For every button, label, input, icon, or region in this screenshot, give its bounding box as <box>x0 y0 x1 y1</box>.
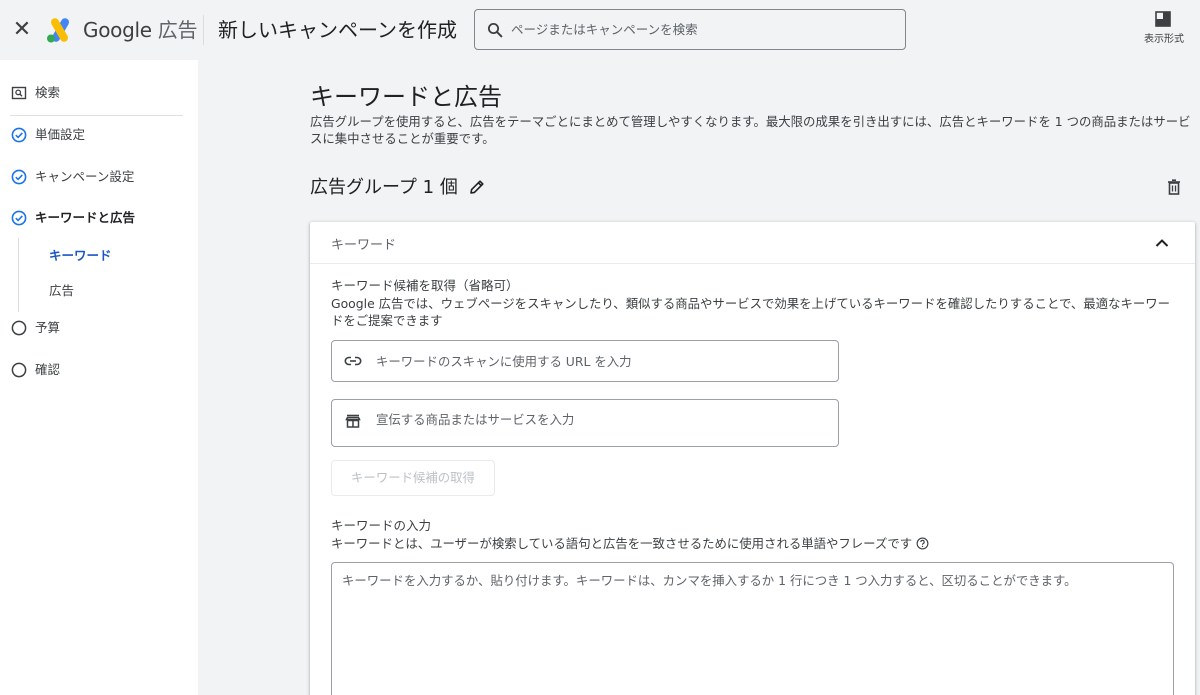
brand-google: Google <box>83 18 152 42</box>
section-title: キーワードと広告 <box>310 83 502 111</box>
check-circle-icon <box>11 210 27 226</box>
sidebar-item-label: 単価設定 <box>35 127 86 142</box>
keyword-entry-description: キーワードとは、ユーザーが検索している語句と広告を一致させるために使用される単語… <box>331 536 913 551</box>
help-icon[interactable] <box>916 537 929 550</box>
card-header-label: キーワード <box>331 238 397 253</box>
sidebar-item-label: 予算 <box>35 320 61 335</box>
check-circle-icon <box>11 169 27 185</box>
ad-group-title: 広告グループ 1 個 <box>310 177 458 198</box>
empty-circle-icon <box>11 362 27 378</box>
search-icon <box>487 22 503 38</box>
empty-circle-icon <box>11 320 27 336</box>
header-divider <box>203 15 204 45</box>
search-input[interactable] <box>511 10 891 49</box>
keyword-entry-title: キーワードの入力 <box>331 518 432 533</box>
chevron-up-icon[interactable] <box>1153 234 1171 252</box>
keywords-textarea[interactable] <box>331 562 1174 695</box>
sidebar-item-bidding[interactable]: 単価設定 <box>0 118 198 152</box>
keyword-suggest-title: キーワード候補を取得（省略可） <box>331 278 519 293</box>
url-field[interactable] <box>331 340 839 382</box>
sidebar-subitem-ads[interactable]: 広告 <box>49 283 74 299</box>
section-description: 広告グループを使用すると、広告をテーマごとにまとめて管理しやすくなります。最大限… <box>310 114 1191 146</box>
product-field[interactable] <box>331 399 839 447</box>
sidebar-item-campaign-settings[interactable]: キャンペーン設定 <box>0 160 198 194</box>
sidebar-item-review[interactable]: 確認 <box>0 353 198 387</box>
sidebar-item-keywords-and-ads[interactable]: キーワードと広告 <box>0 201 198 235</box>
page-title: 新しいキャンペーンを作成 <box>218 18 457 42</box>
close-icon[interactable]: ✕ <box>10 18 34 42</box>
google-ads-logo <box>47 18 69 43</box>
sidebar-divider <box>10 115 183 116</box>
get-keyword-suggestions-button[interactable]: キーワード候補の取得 <box>331 460 495 496</box>
delete-trash-icon[interactable] <box>1165 178 1183 196</box>
sidebar-item-label: 検索 <box>35 85 61 100</box>
product-brand: Google 広告 <box>83 16 198 44</box>
view-mode-label: 表示形式 <box>1144 34 1184 45</box>
step-sidebar: 検索 単価設定 キャンペーン設定 キーワードと広告 キーワード 広告 予算 確認 <box>0 60 198 695</box>
edit-pencil-icon[interactable] <box>468 178 486 196</box>
url-input[interactable] <box>376 341 826 381</box>
sidebar-subitem-keywords[interactable]: キーワード <box>49 248 112 264</box>
keywords-card-header[interactable]: キーワード <box>310 222 1195 264</box>
view-mode-button[interactable]: 表示形式 <box>1138 8 1190 48</box>
keywords-card: キーワード キーワード候補を取得（省略可） Google 広告では、ウェブページ… <box>310 222 1195 695</box>
view-mode-icon <box>1155 11 1171 27</box>
sidebar-item-search[interactable]: 検索 <box>0 76 198 110</box>
brand-product: 広告 <box>157 18 198 42</box>
keyword-suggest-description: Google 広告では、ウェブページをスキャンしたり、類似する商品やサービスで効… <box>331 296 1171 328</box>
check-circle-icon <box>11 127 27 143</box>
store-icon <box>345 414 361 428</box>
search-box[interactable] <box>474 9 906 50</box>
link-icon <box>344 356 362 366</box>
sidebar-item-label: 確認 <box>35 362 61 377</box>
search-box-icon <box>11 86 27 100</box>
substep-line <box>18 238 19 312</box>
top-bar: ✕ Google 広告 新しいキャンペーンを作成 表示形式 <box>0 0 1200 60</box>
keyword-entry-description-row: キーワードとは、ユーザーが検索している語句と広告を一致させるために使用される単語… <box>331 535 1181 552</box>
sidebar-item-label: キャンペーン設定 <box>35 169 135 184</box>
product-input[interactable] <box>376 400 826 438</box>
sidebar-item-label: キーワードと広告 <box>35 210 136 225</box>
sidebar-item-budget[interactable]: 予算 <box>0 311 198 345</box>
